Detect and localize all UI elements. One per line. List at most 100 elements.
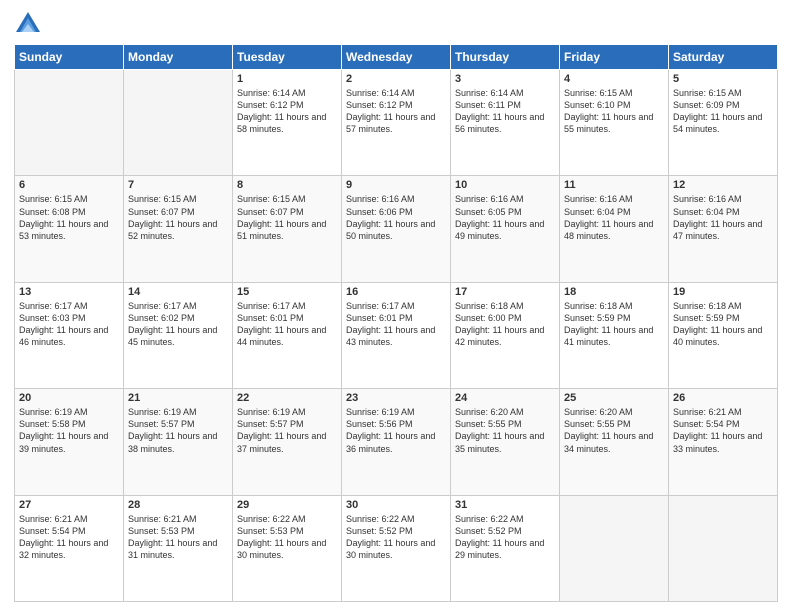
cell-content: Sunrise: 6:18 AM Sunset: 5:59 PM Dayligh… bbox=[564, 300, 664, 349]
col-header-thursday: Thursday bbox=[451, 45, 560, 70]
day-number: 27 bbox=[19, 499, 119, 511]
day-number: 22 bbox=[237, 392, 337, 404]
col-header-monday: Monday bbox=[124, 45, 233, 70]
cell-content: Sunrise: 6:14 AM Sunset: 6:12 PM Dayligh… bbox=[346, 87, 446, 136]
day-number: 28 bbox=[128, 499, 228, 511]
day-number: 7 bbox=[128, 179, 228, 191]
table-cell: 14 Sunrise: 6:17 AM Sunset: 6:02 PM Dayli… bbox=[124, 282, 233, 388]
cell-content: Sunrise: 6:14 AM Sunset: 6:11 PM Dayligh… bbox=[455, 87, 555, 136]
day-number: 17 bbox=[455, 286, 555, 298]
table-cell: 17 Sunrise: 6:18 AM Sunset: 6:00 PM Dayli… bbox=[451, 282, 560, 388]
day-number: 25 bbox=[564, 392, 664, 404]
cell-content: Sunrise: 6:22 AM Sunset: 5:52 PM Dayligh… bbox=[455, 513, 555, 562]
cell-content: Sunrise: 6:22 AM Sunset: 5:53 PM Dayligh… bbox=[237, 513, 337, 562]
table-cell: 20 Sunrise: 6:19 AM Sunset: 5:58 PM Dayli… bbox=[15, 389, 124, 495]
cell-content: Sunrise: 6:19 AM Sunset: 5:58 PM Dayligh… bbox=[19, 406, 119, 455]
table-cell bbox=[560, 495, 669, 601]
table-cell: 6 Sunrise: 6:15 AM Sunset: 6:08 PM Daylig… bbox=[15, 176, 124, 282]
day-number: 21 bbox=[128, 392, 228, 404]
table-cell: 12 Sunrise: 6:16 AM Sunset: 6:04 PM Dayli… bbox=[669, 176, 778, 282]
day-number: 14 bbox=[128, 286, 228, 298]
day-number: 18 bbox=[564, 286, 664, 298]
table-cell: 28 Sunrise: 6:21 AM Sunset: 5:53 PM Dayli… bbox=[124, 495, 233, 601]
table-cell: 24 Sunrise: 6:20 AM Sunset: 5:55 PM Dayli… bbox=[451, 389, 560, 495]
logo-icon bbox=[14, 10, 42, 38]
cell-content: Sunrise: 6:16 AM Sunset: 6:04 PM Dayligh… bbox=[564, 193, 664, 242]
table-cell: 26Sunrise: 6:21 AM Sunset: 5:54 PM Dayli… bbox=[669, 389, 778, 495]
day-number: 31 bbox=[455, 499, 555, 511]
col-header-sunday: Sunday bbox=[15, 45, 124, 70]
calendar-page: SundayMondayTuesdayWednesdayThursdayFrid… bbox=[0, 0, 792, 612]
table-cell bbox=[124, 70, 233, 176]
table-cell: 31 Sunrise: 6:22 AM Sunset: 5:52 PM Dayli… bbox=[451, 495, 560, 601]
cell-content: Sunrise: 6:18 AM Sunset: 6:00 PM Dayligh… bbox=[455, 300, 555, 349]
day-number: 13 bbox=[19, 286, 119, 298]
cell-content: Sunrise: 6:21 AM Sunset: 5:53 PM Dayligh… bbox=[128, 513, 228, 562]
day-number: 30 bbox=[346, 499, 446, 511]
cell-content: Sunrise: 6:18 AM Sunset: 5:59 PM Dayligh… bbox=[673, 300, 773, 349]
cell-content: Sunrise: 6:14 AM Sunset: 6:12 PM Dayligh… bbox=[237, 87, 337, 136]
day-number: 4 bbox=[564, 73, 664, 85]
table-cell: 21 Sunrise: 6:19 AM Sunset: 5:57 PM Dayli… bbox=[124, 389, 233, 495]
calendar-table: SundayMondayTuesdayWednesdayThursdayFrid… bbox=[14, 44, 778, 602]
table-cell: 7 Sunrise: 6:15 AM Sunset: 6:07 PM Daylig… bbox=[124, 176, 233, 282]
col-header-wednesday: Wednesday bbox=[342, 45, 451, 70]
cell-content: Sunrise: 6:19 AM Sunset: 5:57 PM Dayligh… bbox=[128, 406, 228, 455]
table-cell: 18 Sunrise: 6:18 AM Sunset: 5:59 PM Dayli… bbox=[560, 282, 669, 388]
day-number: 19 bbox=[673, 286, 773, 298]
table-cell: 23 Sunrise: 6:19 AM Sunset: 5:56 PM Dayli… bbox=[342, 389, 451, 495]
table-cell: 16 Sunrise: 6:17 AM Sunset: 6:01 PM Dayli… bbox=[342, 282, 451, 388]
day-number: 12 bbox=[673, 179, 773, 191]
cell-content: Sunrise: 6:17 AM Sunset: 6:01 PM Dayligh… bbox=[237, 300, 337, 349]
table-cell: 9Sunrise: 6:16 AM Sunset: 6:06 PM Daylig… bbox=[342, 176, 451, 282]
day-number: 10 bbox=[455, 179, 555, 191]
col-header-friday: Friday bbox=[560, 45, 669, 70]
table-cell: 27 Sunrise: 6:21 AM Sunset: 5:54 PM Dayli… bbox=[15, 495, 124, 601]
cell-content: Sunrise: 6:17 AM Sunset: 6:01 PM Dayligh… bbox=[346, 300, 446, 349]
header bbox=[14, 10, 778, 38]
day-number: 1 bbox=[237, 73, 337, 85]
table-cell: 13Sunrise: 6:17 AM Sunset: 6:03 PM Dayli… bbox=[15, 282, 124, 388]
table-cell: 19 Sunrise: 6:18 AM Sunset: 5:59 PM Dayli… bbox=[669, 282, 778, 388]
day-number: 2 bbox=[346, 73, 446, 85]
table-cell bbox=[15, 70, 124, 176]
day-number: 6 bbox=[19, 179, 119, 191]
day-number: 5 bbox=[673, 73, 773, 85]
table-cell: 3 Sunrise: 6:14 AM Sunset: 6:11 PM Daylig… bbox=[451, 70, 560, 176]
day-number: 23 bbox=[346, 392, 446, 404]
cell-content: Sunrise: 6:21 AM Sunset: 5:54 PM Dayligh… bbox=[673, 406, 773, 455]
day-number: 8 bbox=[237, 179, 337, 191]
day-number: 3 bbox=[455, 73, 555, 85]
table-cell: 11 Sunrise: 6:16 AM Sunset: 6:04 PM Dayli… bbox=[560, 176, 669, 282]
day-number: 16 bbox=[346, 286, 446, 298]
cell-content: Sunrise: 6:15 AM Sunset: 6:08 PM Dayligh… bbox=[19, 193, 119, 242]
col-header-tuesday: Tuesday bbox=[233, 45, 342, 70]
day-number: 24 bbox=[455, 392, 555, 404]
table-cell: 2 Sunrise: 6:14 AM Sunset: 6:12 PM Daylig… bbox=[342, 70, 451, 176]
day-number: 15 bbox=[237, 286, 337, 298]
cell-content: Sunrise: 6:16 AM Sunset: 6:05 PM Dayligh… bbox=[455, 193, 555, 242]
cell-content: Sunrise: 6:15 AM Sunset: 6:07 PM Dayligh… bbox=[237, 193, 337, 242]
table-cell: 4 Sunrise: 6:15 AM Sunset: 6:10 PM Daylig… bbox=[560, 70, 669, 176]
table-cell: 1 Sunrise: 6:14 AM Sunset: 6:12 PM Daylig… bbox=[233, 70, 342, 176]
day-number: 20 bbox=[19, 392, 119, 404]
table-cell: 5Sunrise: 6:15 AM Sunset: 6:09 PM Daylig… bbox=[669, 70, 778, 176]
table-cell: 25 Sunrise: 6:20 AM Sunset: 5:55 PM Dayli… bbox=[560, 389, 669, 495]
day-number: 9 bbox=[346, 179, 446, 191]
cell-content: Sunrise: 6:19 AM Sunset: 5:56 PM Dayligh… bbox=[346, 406, 446, 455]
cell-content: Sunrise: 6:15 AM Sunset: 6:10 PM Dayligh… bbox=[564, 87, 664, 136]
day-number: 11 bbox=[564, 179, 664, 191]
cell-content: Sunrise: 6:21 AM Sunset: 5:54 PM Dayligh… bbox=[19, 513, 119, 562]
cell-content: Sunrise: 6:20 AM Sunset: 5:55 PM Dayligh… bbox=[564, 406, 664, 455]
cell-content: Sunrise: 6:20 AM Sunset: 5:55 PM Dayligh… bbox=[455, 406, 555, 455]
cell-content: Sunrise: 6:15 AM Sunset: 6:07 PM Dayligh… bbox=[128, 193, 228, 242]
table-cell: 8 Sunrise: 6:15 AM Sunset: 6:07 PM Daylig… bbox=[233, 176, 342, 282]
cell-content: Sunrise: 6:17 AM Sunset: 6:02 PM Dayligh… bbox=[128, 300, 228, 349]
table-cell: 10 Sunrise: 6:16 AM Sunset: 6:05 PM Dayli… bbox=[451, 176, 560, 282]
table-cell: 30 Sunrise: 6:22 AM Sunset: 5:52 PM Dayli… bbox=[342, 495, 451, 601]
cell-content: Sunrise: 6:19 AM Sunset: 5:57 PM Dayligh… bbox=[237, 406, 337, 455]
col-header-saturday: Saturday bbox=[669, 45, 778, 70]
table-cell: 29Sunrise: 6:22 AM Sunset: 5:53 PM Dayli… bbox=[233, 495, 342, 601]
cell-content: Sunrise: 6:22 AM Sunset: 5:52 PM Dayligh… bbox=[346, 513, 446, 562]
cell-content: Sunrise: 6:16 AM Sunset: 6:04 PM Dayligh… bbox=[673, 193, 773, 242]
